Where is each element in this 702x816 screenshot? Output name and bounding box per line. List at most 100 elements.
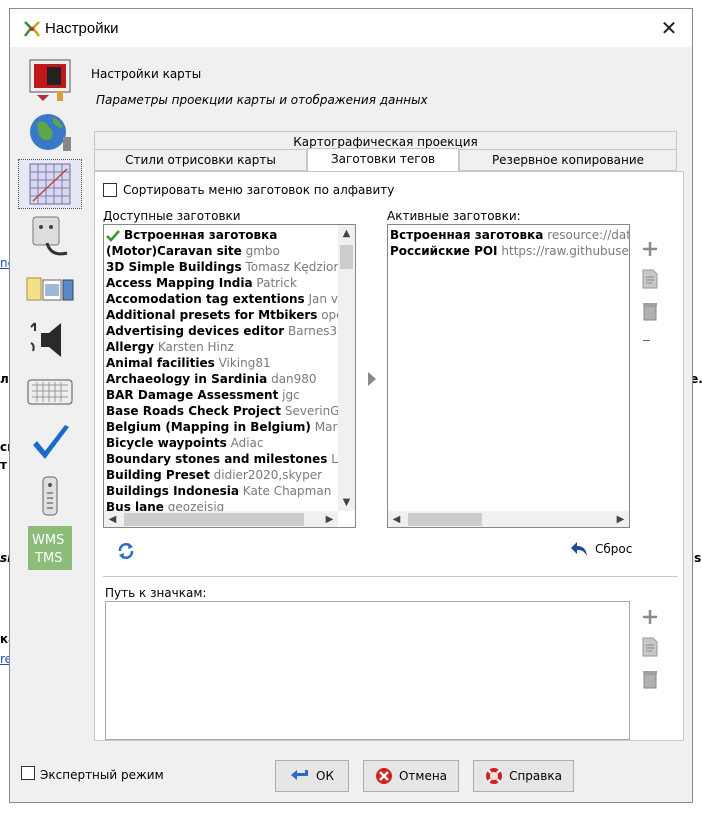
preset-author: dan980: [271, 372, 317, 386]
available-presets-label: Доступные заготовки: [103, 209, 241, 223]
map-grid-icon: [29, 163, 71, 205]
sort-presets-checkbox[interactable]: [103, 183, 117, 197]
keyboard-icon: [27, 379, 73, 405]
edit-active-preset-button[interactable]: [639, 268, 661, 290]
reset-button[interactable]: Сброс: [569, 540, 632, 558]
list-item[interactable]: Archaeology in Sardinia dan980: [106, 371, 317, 387]
sidebar-item-audio[interactable]: [18, 315, 82, 365]
list-item[interactable]: Встроенная заготовка: [106, 227, 277, 243]
delete-icon-path-button[interactable]: [639, 668, 661, 690]
tab-backup[interactable]: Резервное копирование: [459, 149, 677, 171]
sidebar-item-imagery[interactable]: WMS TMS: [18, 523, 82, 573]
scroll-thumb[interactable]: [124, 513, 304, 526]
list-item[interactable]: Access Mapping India Patrick: [106, 275, 297, 291]
app-logo-icon: [24, 21, 40, 37]
sort-presets-label: Сортировать меню заготовок по алфавиту: [123, 183, 395, 197]
add-to-active-button[interactable]: [361, 368, 383, 390]
refresh-button[interactable]: [115, 540, 137, 562]
list-item[interactable]: Bicycle waypoints Adiac: [106, 435, 263, 451]
horizontal-scrollbar[interactable]: ◀ ▶: [104, 511, 338, 527]
cancel-label: Отмена: [398, 769, 448, 783]
icons-path-label: Путь к значкам:: [105, 586, 207, 600]
sidebar-item-plugins[interactable]: [18, 211, 82, 261]
tab-label: Стили отрисовки карты: [125, 153, 276, 167]
scroll-right-icon[interactable]: ▶: [612, 511, 629, 527]
plug-icon: [32, 216, 68, 256]
edit-document-icon: [642, 637, 658, 657]
list-item[interactable]: (Motor)Caravan site gmbo: [106, 243, 280, 259]
preset-source: https://raw.githubuserc: [501, 244, 630, 258]
icons-path-list[interactable]: [105, 601, 630, 740]
cancel-button[interactable]: Отмена: [363, 760, 459, 792]
cancel-icon: [375, 768, 392, 784]
tab-map-styles[interactable]: Стили отрисовки карты: [94, 149, 307, 171]
sidebar-item-connection[interactable]: [18, 107, 82, 157]
preset-author: Adiac: [230, 436, 264, 450]
delete-active-preset-button[interactable]: [639, 300, 661, 322]
tab-label: Заготовки тегов: [330, 152, 436, 166]
list-item[interactable]: Additional presets for Mtbikers ope: [106, 307, 344, 323]
list-item[interactable]: Buildings Indonesia Kate Chapman: [106, 483, 331, 499]
preset-name: Belgium (Mapping in Belgium): [106, 420, 311, 434]
sidebar-item-map-settings[interactable]: [18, 159, 82, 209]
active-presets-list[interactable]: Встроенная заготовка resource://data Росс…: [387, 224, 630, 528]
list-item[interactable]: Boundary stones and milestones Lü: [106, 451, 345, 467]
available-presets-list[interactable]: Встроенная заготовка (Motor)Caravan site…: [103, 224, 356, 528]
ok-button[interactable]: ОК: [275, 760, 349, 792]
list-item[interactable]: Animal facilities Viking81: [106, 355, 271, 371]
sidebar-item-validator[interactable]: [18, 419, 82, 469]
list-item[interactable]: Advertising devices editor Barnes38: [106, 323, 345, 339]
list-item[interactable]: Accomodation tag extentions Jan va: [106, 291, 345, 307]
horizontal-scrollbar[interactable]: ◀ ▶: [388, 511, 629, 527]
preset-name: BAR Damage Assessment: [106, 388, 279, 402]
scroll-down-icon[interactable]: ▼: [338, 494, 355, 511]
preset-name: Access Mapping India: [106, 276, 253, 290]
close-button[interactable]: ✕: [646, 9, 692, 47]
tab-tagging-presets[interactable]: Заготовки тегов: [307, 148, 459, 172]
help-button[interactable]: Справка: [473, 760, 574, 792]
list-item[interactable]: Российские POI https://raw.githubuserc: [390, 243, 630, 259]
scroll-left-icon[interactable]: ◀: [104, 511, 121, 527]
scroll-right-icon[interactable]: ▶: [321, 511, 338, 527]
scroll-thumb[interactable]: [408, 513, 482, 526]
list-item[interactable]: BAR Damage Assessment jgc: [106, 387, 300, 403]
sidebar-item-shortcuts[interactable]: [18, 367, 82, 417]
expert-mode-checkbox[interactable]: [21, 766, 35, 780]
svg-text:WMS: WMS: [32, 533, 64, 548]
preset-author: Barnes38: [287, 324, 345, 338]
scroll-up-icon[interactable]: ▲: [338, 225, 355, 242]
preset-author: gmbo: [245, 244, 280, 258]
list-item[interactable]: Building Preset didier2020,skyper: [106, 467, 322, 483]
reset-label: Сброс: [595, 542, 633, 556]
list-item[interactable]: Base Roads Check Project SeverinGe: [106, 403, 347, 419]
sidebar-item-display[interactable]: [18, 55, 82, 105]
add-icon-path-button[interactable]: [639, 606, 661, 628]
tab-label: Резервное копирование: [491, 153, 645, 167]
tab-label: Картографическая проекция: [293, 135, 478, 149]
scroll-left-icon[interactable]: ◀: [388, 511, 405, 527]
preset-name: Buildings Indonesia: [106, 484, 239, 498]
move-indicator: [643, 340, 650, 341]
plus-icon: [643, 610, 657, 624]
list-item[interactable]: Belgium (Mapping in Belgium) Marc G: [106, 419, 355, 435]
preset-name: Встроенная заготовка: [390, 228, 544, 242]
list-item[interactable]: Allergy Karsten Hinz: [106, 339, 234, 355]
vertical-scrollbar[interactable]: ▲ ▼: [338, 225, 355, 511]
title-bar: Настройки ✕: [10, 9, 692, 47]
preset-name: (Motor)Caravan site: [106, 244, 242, 258]
scroll-thumb[interactable]: [340, 245, 353, 269]
remote-control-icon: [42, 476, 58, 516]
list-item[interactable]: 3D Simple Buildings Tomasz Kędziora: [106, 259, 346, 275]
edit-document-icon: [642, 269, 658, 289]
preset-author: Kate Chapman: [242, 484, 332, 498]
settings-dialog: Настройки ✕ WMS TMS Настройки карты Пара…: [9, 8, 693, 803]
refresh-icon: [118, 543, 134, 559]
help-lifebuoy-icon: [486, 768, 503, 784]
sidebar-item-advanced[interactable]: [18, 263, 82, 313]
edit-icon-path-button[interactable]: [639, 636, 661, 658]
list-item[interactable]: Встроенная заготовка resource://data: [390, 227, 629, 243]
preferences-sidebar: WMS TMS: [18, 55, 84, 615]
add-active-preset-button[interactable]: [639, 238, 661, 260]
folders-icon: [26, 277, 74, 301]
sidebar-item-remote-control[interactable]: [18, 471, 82, 521]
